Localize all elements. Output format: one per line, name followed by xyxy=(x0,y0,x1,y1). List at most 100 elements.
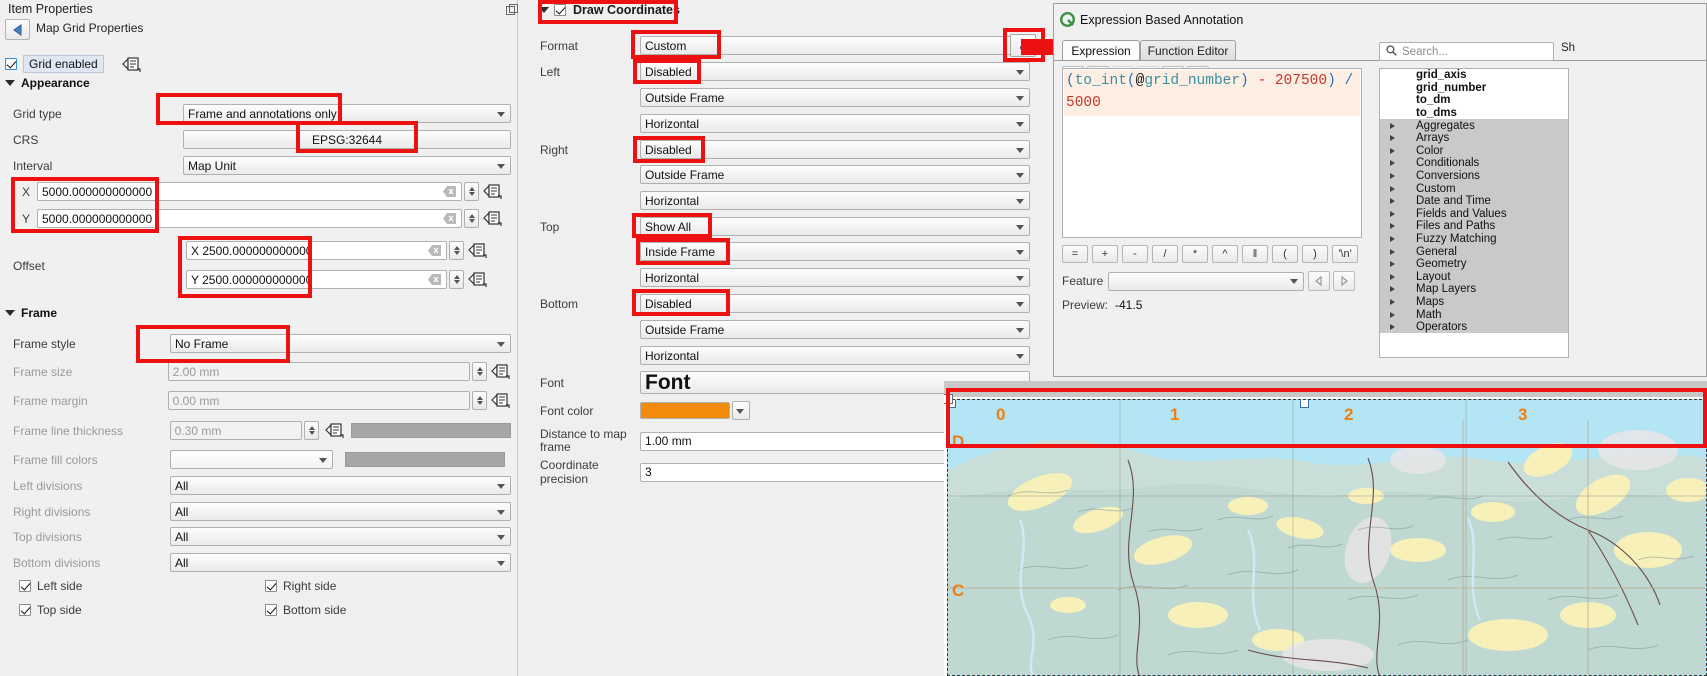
function-list-item[interactable]: Conversions xyxy=(1380,169,1568,183)
expand-arrow-icon[interactable] xyxy=(1390,311,1395,318)
function-search-box[interactable]: Search... xyxy=(1379,42,1554,61)
expand-arrow-icon[interactable] xyxy=(1390,248,1395,255)
function-list-item[interactable]: Color xyxy=(1380,144,1568,158)
bottom-direction-combo[interactable]: Horizontal xyxy=(640,346,1030,365)
function-list-item[interactable]: grid_number xyxy=(1380,82,1568,95)
operator-button[interactable]: - xyxy=(1122,245,1148,263)
operator-button[interactable]: + xyxy=(1092,245,1118,263)
grid-enabled-checkbox[interactable] xyxy=(5,58,17,70)
function-list-item[interactable]: to_dm xyxy=(1380,94,1568,107)
top-display-combo[interactable]: Show All xyxy=(640,217,1030,236)
offset-x-input[interactable]: X 2500.000000000000 xyxy=(186,241,447,260)
function-list-item[interactable]: to_dms xyxy=(1380,107,1568,120)
font-color-dropdown[interactable] xyxy=(732,401,750,420)
operator-button[interactable]: ^ xyxy=(1212,245,1238,263)
draw-coordinates-row[interactable]: Draw Coordinates xyxy=(539,3,680,17)
left-display-combo[interactable]: Disabled xyxy=(640,62,1030,81)
back-button[interactable] xyxy=(5,19,30,40)
right-divisions-combo[interactable]: All xyxy=(170,502,511,521)
appearance-section-header[interactable]: Appearance xyxy=(5,76,90,90)
frame-line-thickness-stepper[interactable] xyxy=(304,421,320,440)
expand-arrow-icon[interactable] xyxy=(1390,273,1395,280)
font-color-swatch[interactable] xyxy=(640,402,730,419)
show-help-label[interactable]: Sh xyxy=(1561,42,1575,54)
top-side-row[interactable]: Top side xyxy=(19,603,82,617)
top-side-checkbox[interactable] xyxy=(19,604,31,616)
frame-style-combo[interactable]: No Frame xyxy=(170,334,511,353)
function-list[interactable]: grid_axis grid_number to_dm to_dms Aggregate… xyxy=(1379,68,1569,358)
expand-arrow-icon[interactable] xyxy=(1390,147,1395,154)
frame-line-thickness-input[interactable]: 0.30 mm xyxy=(169,421,303,440)
expand-arrow-icon[interactable] xyxy=(1390,298,1395,305)
left-placement-combo[interactable]: Outside Frame xyxy=(640,88,1030,107)
clear-icon[interactable] xyxy=(428,274,441,285)
expression-editor[interactable]: (to_int(@grid_number) - 207500) /5000 xyxy=(1062,68,1362,238)
bottom-side-checkbox[interactable] xyxy=(265,604,277,616)
offset-x-stepper[interactable] xyxy=(449,241,464,260)
function-list-item[interactable]: Map Layers xyxy=(1380,283,1568,296)
expand-arrow-icon[interactable] xyxy=(1390,261,1395,268)
clear-icon[interactable] xyxy=(443,186,456,197)
function-list-item[interactable]: Custom xyxy=(1380,182,1568,195)
map-canvas[interactable]: 0 1 2 3 D C xyxy=(947,399,1707,676)
feature-combo[interactable] xyxy=(1108,271,1304,291)
operator-button[interactable]: ) xyxy=(1302,245,1328,263)
next-feature-button[interactable] xyxy=(1333,271,1355,291)
operator-button[interactable]: = xyxy=(1062,245,1088,263)
expand-arrow-icon[interactable] xyxy=(1390,286,1395,293)
frame-size-input[interactable]: 2.00 mm xyxy=(167,362,471,381)
function-list-item[interactable]: Files and Paths xyxy=(1380,220,1568,233)
expand-arrow-icon[interactable] xyxy=(1390,160,1395,167)
left-side-checkbox[interactable] xyxy=(19,580,31,592)
data-defined-override-icon[interactable] xyxy=(491,363,511,380)
interval-y-input[interactable]: 5000.000000000000 xyxy=(37,209,462,228)
top-direction-combo[interactable]: Horizontal xyxy=(640,268,1030,287)
function-list-item[interactable]: Arrays xyxy=(1380,131,1568,145)
offset-y-input[interactable]: Y 2500.000000000000 xyxy=(186,270,447,289)
frame-fill-color1-combo[interactable] xyxy=(170,450,333,469)
selection-handle-tc[interactable] xyxy=(1300,400,1309,408)
draw-coordinates-checkbox[interactable] xyxy=(554,4,566,16)
function-list-item[interactable]: Fuzzy Matching xyxy=(1380,232,1568,246)
function-list-item[interactable]: grid_axis xyxy=(1380,69,1568,82)
crs-button[interactable]: EPSG:32644 xyxy=(183,130,511,149)
bottom-side-row[interactable]: Bottom side xyxy=(265,603,346,617)
function-list-item[interactable]: Aggregates xyxy=(1380,119,1568,132)
data-defined-override-icon[interactable] xyxy=(468,242,488,259)
data-defined-override-icon[interactable] xyxy=(491,392,511,409)
right-display-combo[interactable]: Disabled xyxy=(640,140,1030,159)
expand-arrow-icon[interactable] xyxy=(1390,122,1395,129)
bottom-placement-combo[interactable]: Outside Frame xyxy=(640,320,1030,339)
operator-button[interactable]: ‖ xyxy=(1242,245,1268,263)
top-divisions-combo[interactable]: All xyxy=(170,527,511,546)
data-defined-override-icon[interactable] xyxy=(468,271,488,288)
interval-x-input[interactable]: 5000.000000000000 xyxy=(37,182,462,201)
function-list-item[interactable]: Geometry xyxy=(1380,257,1568,271)
tab-function-editor[interactable]: Function Editor xyxy=(1140,40,1236,61)
expand-arrow-icon[interactable] xyxy=(1390,236,1395,243)
clear-icon[interactable] xyxy=(428,245,441,256)
tab-expression[interactable]: Expression xyxy=(1062,40,1140,61)
function-list-item[interactable]: Maps xyxy=(1380,295,1568,309)
function-list-item[interactable]: Layout xyxy=(1380,270,1568,284)
data-defined-override-icon[interactable] xyxy=(325,422,345,439)
offset-y-stepper[interactable] xyxy=(449,270,464,289)
right-placement-combo[interactable]: Outside Frame xyxy=(640,165,1030,184)
bottom-divisions-combo[interactable]: All xyxy=(170,553,511,572)
clear-icon[interactable] xyxy=(443,213,456,224)
function-list-item[interactable]: Date and Time xyxy=(1380,194,1568,208)
function-list-item[interactable]: Math xyxy=(1380,308,1568,321)
right-side-row[interactable]: Right side xyxy=(265,579,336,593)
frame-margin-input[interactable]: 0.00 mm xyxy=(167,391,471,410)
frame-line-color-swatch[interactable] xyxy=(351,423,512,438)
bottom-display-combo[interactable]: Disabled xyxy=(640,294,1030,313)
operator-button[interactable]: ( xyxy=(1272,245,1298,263)
right-side-checkbox[interactable] xyxy=(265,580,277,592)
right-direction-combo[interactable]: Horizontal xyxy=(640,191,1030,210)
operator-button[interactable]: '\n' xyxy=(1332,245,1358,263)
data-defined-override-icon[interactable] xyxy=(483,210,503,227)
float-panel-icon[interactable] xyxy=(506,4,518,19)
top-placement-combo[interactable]: Inside Frame xyxy=(640,242,1030,261)
expand-arrow-icon[interactable] xyxy=(1390,173,1395,180)
previous-feature-button[interactable] xyxy=(1308,271,1330,291)
